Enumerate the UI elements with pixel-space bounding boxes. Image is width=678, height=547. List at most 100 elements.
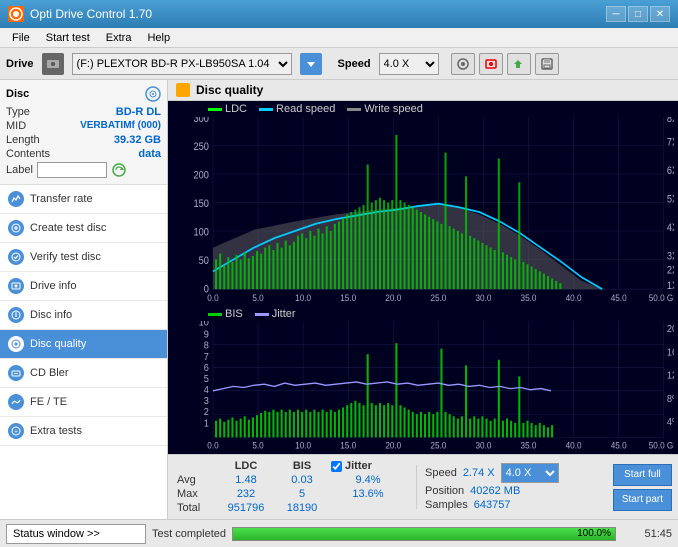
svg-text:5.0: 5.0 — [252, 292, 263, 303]
jitter-color — [255, 313, 269, 316]
charts-container: LDC Read speed Write speed — [168, 101, 678, 454]
label-input[interactable] — [37, 162, 107, 178]
drive-info-icon — [8, 278, 24, 294]
svg-text:+: + — [14, 430, 18, 436]
st-max-bis: 5 — [276, 487, 328, 501]
svg-text:16%: 16% — [667, 347, 674, 358]
maximize-button[interactable]: □ — [628, 6, 648, 22]
ldc-color — [208, 108, 222, 111]
svg-text:10.0: 10.0 — [295, 440, 311, 450]
st-ldc-header: LDC — [216, 459, 276, 473]
svg-text:25.0: 25.0 — [430, 292, 446, 303]
disc-quality-icon — [8, 336, 24, 352]
status-window-button[interactable]: Status window >> — [6, 524, 146, 544]
read-speed-color — [259, 108, 273, 111]
minimize-button[interactable]: ─ — [606, 6, 626, 22]
stats-table: LDC BIS Jitter Avg 1.48 0.03 9.4% Max 23… — [174, 459, 408, 515]
svg-text:4X: 4X — [667, 222, 674, 234]
main-layout: Disc Type BD-R DL MID VERBATIMf (000) Le… — [0, 80, 678, 519]
stats-area: LDC BIS Jitter Avg 1.48 0.03 9.4% Max 23… — [168, 454, 678, 519]
close-button[interactable]: ✕ — [650, 6, 670, 22]
svg-text:0.0: 0.0 — [207, 440, 219, 450]
disc-panel-title: Disc — [6, 88, 29, 100]
svg-text:6X: 6X — [667, 165, 674, 177]
nav-list: Transfer rate Create test disc Verify te… — [0, 185, 167, 446]
sidebar-item-extra-tests[interactable]: + Extra tests — [0, 417, 167, 446]
header-bar: Drive (F:) PLEXTOR BD-R PX-LB950SA 1.04 … — [0, 48, 678, 80]
label-label: Label — [6, 164, 33, 176]
svg-text:20%: 20% — [667, 324, 674, 335]
svg-text:50: 50 — [199, 256, 210, 268]
sidebar-item-cd-bler[interactable]: CD Bler — [0, 359, 167, 388]
sidebar-item-create-test-disc[interactable]: Create test disc — [0, 214, 167, 243]
progress-text: 100.0% — [577, 528, 611, 540]
menu-file[interactable]: File — [4, 30, 38, 46]
sidebar: Disc Type BD-R DL MID VERBATIMf (000) Le… — [0, 80, 168, 519]
menubar: File Start test Extra Help — [0, 28, 678, 48]
app-icon — [8, 6, 24, 22]
svg-text:40.0: 40.0 — [566, 440, 582, 450]
position-row: Position 40262 MB — [425, 485, 559, 497]
time-display: 51:45 — [622, 528, 672, 540]
svg-text:5.0: 5.0 — [252, 440, 264, 450]
svg-text:15.0: 15.0 — [340, 440, 356, 450]
svg-text:50.0 GB: 50.0 GB — [649, 440, 674, 450]
progress-bar-container: 100.0% — [232, 527, 616, 541]
extra-tests-label: Extra tests — [30, 425, 82, 437]
svg-text:300: 300 — [194, 117, 210, 125]
speed-select[interactable]: 4.0 X — [379, 53, 439, 75]
fe-te-icon — [8, 394, 24, 410]
st-avg-jitter: 9.4% — [328, 473, 408, 487]
sidebar-item-verify-test-disc[interactable]: Verify test disc — [0, 243, 167, 272]
type-value: BD-R DL — [116, 106, 161, 118]
menu-help[interactable]: Help — [139, 30, 178, 46]
length-value: 39.32 GB — [114, 134, 161, 146]
start-full-button[interactable]: Start full — [613, 464, 672, 486]
svg-text:3X: 3X — [667, 251, 674, 263]
stats-divider — [416, 465, 417, 509]
disc-info-icon — [8, 307, 24, 323]
svg-text:45.0: 45.0 — [611, 440, 627, 450]
toolbar-btn-3[interactable] — [507, 53, 531, 75]
bottom-chart-svg: 10 9 8 7 6 5 4 3 2 1 20% 16% — [172, 321, 674, 454]
speed-value: 2.74 X — [463, 467, 495, 479]
svg-text:2: 2 — [204, 407, 209, 418]
st-max-label: Max — [174, 487, 216, 501]
svg-text:50.0 GB: 50.0 GB — [649, 292, 674, 303]
verify-test-disc-label: Verify test disc — [30, 251, 101, 263]
start-part-button[interactable]: Start part — [613, 489, 672, 511]
content-header: Disc quality — [168, 80, 678, 101]
svg-text:8X: 8X — [667, 117, 674, 125]
svg-text:10.0: 10.0 — [295, 292, 311, 303]
top-chart: 300 250 200 150 100 50 0 8X 7X 6X 5X — [168, 117, 678, 307]
jitter-checkbox[interactable] — [331, 461, 342, 472]
sidebar-item-drive-info[interactable]: Drive info — [0, 272, 167, 301]
legend-read-speed: Read speed — [259, 103, 335, 115]
toolbar-btn-1[interactable] — [451, 53, 475, 75]
sidebar-item-disc-quality[interactable]: Disc quality — [0, 330, 167, 359]
svg-text:1: 1 — [204, 418, 209, 429]
svg-text:30.0: 30.0 — [475, 292, 491, 303]
menu-extra[interactable]: Extra — [98, 30, 140, 46]
status-text: Test completed — [152, 528, 226, 540]
sidebar-item-fe-te[interactable]: FE / TE — [0, 388, 167, 417]
menu-start-test[interactable]: Start test — [38, 30, 98, 46]
svg-text:10: 10 — [199, 321, 209, 329]
samples-label: Samples — [425, 499, 468, 511]
sidebar-item-disc-info[interactable]: Disc info — [0, 301, 167, 330]
disc-quality-label: Disc quality — [30, 338, 86, 350]
drive-select[interactable]: (F:) PLEXTOR BD-R PX-LB950SA 1.04 — [72, 53, 292, 75]
speed-select-stats[interactable]: 4.0 X — [501, 463, 559, 483]
type-label: Type — [6, 106, 30, 118]
refresh-icon[interactable] — [111, 162, 127, 178]
toolbar-btn-2[interactable] — [479, 53, 503, 75]
sidebar-item-transfer-rate[interactable]: Transfer rate — [0, 185, 167, 214]
svg-text:12%: 12% — [667, 370, 674, 381]
toolbar-btn-save[interactable] — [535, 53, 559, 75]
st-avg-ldc: 1.48 — [216, 473, 276, 487]
st-avg-bis: 0.03 — [276, 473, 328, 487]
transfer-rate-icon — [8, 191, 24, 207]
disc-info-label: Disc info — [30, 309, 72, 321]
svg-text:35.0: 35.0 — [521, 440, 537, 450]
svg-text:7: 7 — [204, 351, 209, 362]
